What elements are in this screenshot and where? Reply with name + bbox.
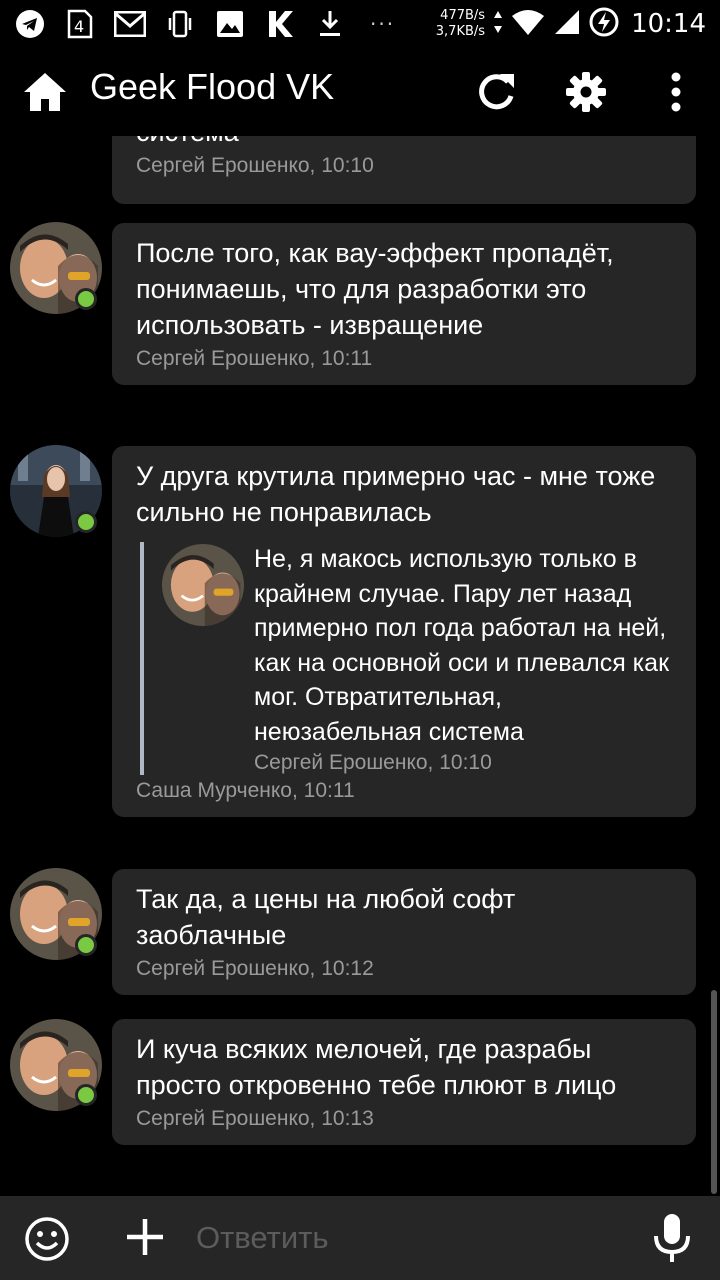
quote-avatar [162, 544, 244, 626]
scrollbar[interactable] [711, 990, 717, 1194]
svg-text:4: 4 [74, 17, 84, 36]
app-bar: Geek Flood VK [0, 48, 720, 136]
attach-button[interactable] [122, 1214, 168, 1260]
voice-message-button[interactable] [650, 1212, 694, 1264]
user-photo-icon [162, 544, 244, 626]
online-indicator [75, 511, 97, 533]
clock: 10:14 [631, 9, 706, 39]
message-text: У друга крутила примерно час - мне тоже … [136, 461, 656, 527]
telegram-icon [14, 8, 46, 40]
emoji-button[interactable] [24, 1216, 70, 1262]
message-bubble[interactable]: система Сергей Ерошенко, 10:10 [112, 136, 696, 204]
vibrate-icon [164, 8, 196, 40]
message-bubble[interactable]: И куча всяких мелочей, где разрабы прост… [112, 1019, 696, 1145]
message-author-time: Сергей Ерошенко, 10:12 [136, 957, 374, 980]
gear-icon [566, 72, 606, 112]
net-speed-down: 477B/s [440, 8, 486, 23]
emoji-icon [25, 1217, 69, 1261]
image-icon [214, 8, 246, 40]
online-indicator [75, 1084, 97, 1106]
message-bubble[interactable]: После того, как вау-эффект пропадёт, пон… [112, 223, 696, 385]
mic-icon [654, 1214, 690, 1262]
more-options-button[interactable] [654, 70, 698, 114]
reply-input[interactable] [196, 1210, 626, 1266]
online-indicator [75, 288, 97, 310]
reply-bar [0, 1196, 720, 1280]
message-author-time: Сергей Ерошенко, 10:11 [136, 347, 373, 370]
online-indicator [75, 934, 97, 956]
message-text: Так да, а цены на любой софт заоблачные [136, 884, 516, 950]
message-author-time: Сергей Ерошенко, 10:10 [136, 154, 374, 177]
overflow-notifications: ··· [370, 12, 396, 36]
gmail-icon [114, 8, 146, 40]
message-text: И куча всяких мелочей, где разрабы прост… [136, 1034, 617, 1100]
message-author-time: Сергей Ерошенко, 10:13 [136, 1107, 374, 1130]
message-text: После того, как вау-эффект пропадёт, пон… [136, 238, 614, 340]
refresh-button[interactable] [474, 70, 518, 114]
quote-author-time: Сергей Ерошенко, 10:10 [254, 751, 492, 774]
home-button[interactable] [22, 70, 68, 114]
message-bubble[interactable]: У друга крутила примерно час - мне тоже … [112, 446, 696, 817]
add-icon [127, 1219, 163, 1255]
message-bubble[interactable]: Так да, а цены на любой софт заоблачные … [112, 869, 696, 995]
kinopoisk-icon [264, 8, 296, 40]
network-speed: 477B/s 3,7KB/s [436, 8, 485, 40]
download-icon [314, 8, 346, 40]
message-text: система [136, 136, 672, 150]
app-title: Geek Flood VK [90, 66, 335, 107]
wifi-icon [511, 8, 545, 40]
refresh-icon [479, 74, 514, 110]
signal-icon [553, 8, 581, 40]
message-author-time: Саша Мурченко, 10:11 [136, 779, 355, 802]
home-icon [24, 73, 66, 111]
sim-4-icon: 4 [64, 8, 96, 40]
net-speed-up: 3,7KB/s [435, 24, 486, 39]
quote-text: Не, я макось использую только в крайнем … [254, 545, 670, 746]
settings-button[interactable] [564, 70, 608, 114]
quoted-message[interactable]: Не, я макось использую только в крайнем … [140, 542, 672, 775]
status-bar: 4 ··· 477B/s 3,7KB/s 10:14 [0, 0, 720, 48]
data-arrows-icon [493, 9, 503, 39]
more-vert-icon [671, 72, 681, 112]
battery-charging-icon [589, 7, 619, 41]
message-feed[interactable]: система Сергей Ерошенко, 10:10 После тог… [0, 136, 720, 1196]
